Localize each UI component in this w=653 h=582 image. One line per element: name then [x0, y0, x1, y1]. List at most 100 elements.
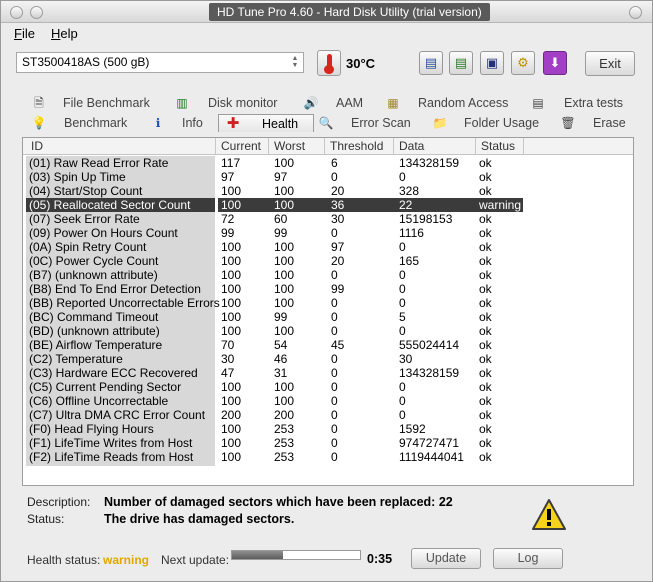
cell-worst: 97: [274, 170, 288, 184]
cell-status: ok: [479, 240, 492, 254]
next-update-progress: [231, 550, 361, 560]
tab-aam[interactable]: 🔊 AAM: [303, 94, 383, 112]
cell-status: ok: [479, 296, 492, 310]
cell-threshold: 0: [331, 436, 338, 450]
table-row[interactable]: (BC) Command Timeout 100 99 0 5 ok: [23, 310, 633, 324]
cell-threshold: 0: [331, 408, 338, 422]
cell-worst: 100: [274, 394, 295, 408]
cell-worst: 99: [274, 310, 288, 324]
update-button[interactable]: Update: [411, 548, 481, 569]
cell-status: ok: [479, 310, 492, 324]
cell-worst: 200: [274, 408, 295, 422]
table-row[interactable]: (F1) LifeTime Writes from Host 100 253 0 974…: [23, 436, 633, 450]
menu-file[interactable]: File: [14, 26, 35, 41]
menu-help[interactable]: Help: [51, 26, 78, 41]
table-row[interactable]: (BD) (unknown attribute) 100 100 0 0 ok: [23, 324, 633, 338]
cell-current: 100: [221, 184, 242, 198]
tab-erase[interactable]: 🗑 Erase: [560, 114, 630, 132]
log-button[interactable]: Log: [493, 548, 563, 569]
window-control-2[interactable]: [30, 6, 43, 19]
table-row[interactable]: (03) Spin Up Time 97 97 0 0 ok: [23, 170, 633, 184]
cell-current: 99: [221, 226, 235, 240]
tab-health[interactable]: ✚ Health: [218, 114, 314, 132]
lightbulb-icon: 💡: [31, 116, 47, 130]
cell-threshold: 45: [331, 338, 345, 352]
tab-benchmark[interactable]: 💡 Benchmark: [31, 114, 131, 132]
table-row[interactable]: (C6) Offline Uncorrectable 100 100 0 0 ok: [23, 394, 633, 408]
table-row[interactable]: (C5) Current Pending Sector 100 100 0 0 ok: [23, 380, 633, 394]
table-row[interactable]: (BB) Reported Uncorrectable Errors 100 100…: [23, 296, 633, 310]
save-button[interactable]: ▣: [480, 51, 504, 75]
table-row[interactable]: (04) Start/Stop Count 100 100 20 328 ok: [23, 184, 633, 198]
cell-id: (BB) Reported Uncorrectable Errors: [29, 296, 220, 310]
tab-extra-tests[interactable]: ▤ Extra tests: [530, 94, 632, 112]
speaker-icon: 🔊: [303, 96, 319, 110]
cell-data: 1116: [399, 226, 424, 240]
cell-status: ok: [479, 184, 492, 198]
cell-data: 5: [399, 310, 406, 324]
window-control-3[interactable]: [629, 6, 642, 19]
cell-id: (BE) Airflow Temperature: [29, 338, 163, 352]
tab-random-access[interactable]: ▦ Random Access: [385, 94, 515, 112]
cell-data: 0: [399, 408, 406, 422]
window-control-1[interactable]: [10, 6, 23, 19]
table-row[interactable]: (09) Power On Hours Count 99 99 0 1116 ok: [23, 226, 633, 240]
table-row[interactable]: (B7) (unknown attribute) 100 100 0 0 ok: [23, 268, 633, 282]
column-header-data[interactable]: Data: [394, 138, 476, 155]
cell-current: 100: [221, 436, 242, 450]
cell-worst: 100: [274, 296, 295, 310]
column-header-worst[interactable]: Worst: [269, 138, 325, 155]
table-row[interactable]: (C7) Ultra DMA CRC Error Count 200 200 0 0 ok: [23, 408, 633, 422]
tab-disk-monitor[interactable]: ▥ Disk monitor: [174, 94, 304, 112]
cell-data: 134328159: [399, 366, 460, 380]
column-header-threshold[interactable]: Threshold: [325, 138, 394, 155]
table-row[interactable]: (01) Raw Read Error Rate 117 100 6 134328159…: [23, 156, 633, 170]
options-button[interactable]: ⚙: [511, 51, 535, 75]
disk-monitor-icon: ▥: [176, 96, 188, 110]
tab-folder-usage[interactable]: 📁 Folder Usage: [432, 114, 542, 132]
table-row[interactable]: (0A) Spin Retry Count 100 100 97 0 ok: [23, 240, 633, 254]
table-row[interactable]: (BE) Airflow Temperature 70 54 45 555024414 o…: [23, 338, 633, 352]
cell-worst: 100: [274, 268, 295, 282]
cell-worst: 100: [274, 184, 295, 198]
folder-icon: 📁: [432, 116, 448, 130]
cell-id: (F1) LifeTime Writes from Host: [29, 436, 193, 450]
table-row[interactable]: (C3) Hardware ECC Recovered 47 31 0 13432815…: [23, 366, 633, 380]
exit-button[interactable]: Exit: [585, 51, 635, 76]
cell-data: 15198153: [399, 212, 453, 226]
tab-file-benchmark[interactable]: 🗎 File Benchmark: [31, 94, 171, 112]
drive-select[interactable]: ST3500418AS (500 gB) ▲ ▼: [16, 52, 304, 73]
cell-threshold: 20: [331, 184, 345, 198]
cell-data: 165: [399, 254, 420, 268]
cell-current: 200: [221, 408, 242, 422]
cell-data: 555024414: [399, 338, 460, 352]
smart-table[interactable]: ID Current Worst Threshold Data Status (…: [22, 137, 634, 486]
copy-info-icon: ▤: [424, 55, 438, 70]
cell-data: 1119444041: [399, 450, 464, 464]
download-button[interactable]: ⬇: [543, 51, 567, 75]
table-row[interactable]: (0C) Power Cycle Count 100 100 20 165 ok: [23, 254, 633, 268]
tab-error-scan[interactable]: 🔍 Error Scan: [318, 114, 413, 132]
table-row[interactable]: (B8) End To End Error Detection 100 100 99 0…: [23, 282, 633, 296]
copy-text-button[interactable]: ▤: [449, 51, 473, 75]
cell-id: (B8) End To End Error Detection: [29, 282, 201, 296]
cell-threshold: 0: [331, 268, 338, 282]
cell-threshold: 0: [331, 170, 338, 184]
cell-threshold: 99: [331, 282, 345, 296]
table-row[interactable]: (05) Reallocated Sector Count 100 100 36 22 w…: [23, 198, 633, 212]
table-row[interactable]: (F0) Head Flying Hours 100 253 0 1592 ok: [23, 422, 633, 436]
column-header-id[interactable]: ID: [26, 138, 216, 155]
cell-data: 0: [399, 282, 406, 296]
health-cross-icon: ✚: [226, 115, 240, 132]
cell-status: ok: [479, 156, 492, 170]
cell-status: ok: [479, 268, 492, 282]
cell-current: 72: [221, 212, 235, 226]
column-header-status[interactable]: Status: [476, 138, 524, 155]
cell-worst: 100: [274, 380, 295, 394]
cell-current: 100: [221, 380, 242, 394]
copy-info-button[interactable]: ▤: [419, 51, 443, 75]
table-row[interactable]: (C2) Temperature 30 46 0 30 ok: [23, 352, 633, 366]
column-header-current[interactable]: Current: [216, 138, 269, 155]
table-row[interactable]: (F2) LifeTime Reads from Host 100 253 0 1119…: [23, 450, 633, 464]
table-row[interactable]: (07) Seek Error Rate 72 60 30 15198153 ok: [23, 212, 633, 226]
